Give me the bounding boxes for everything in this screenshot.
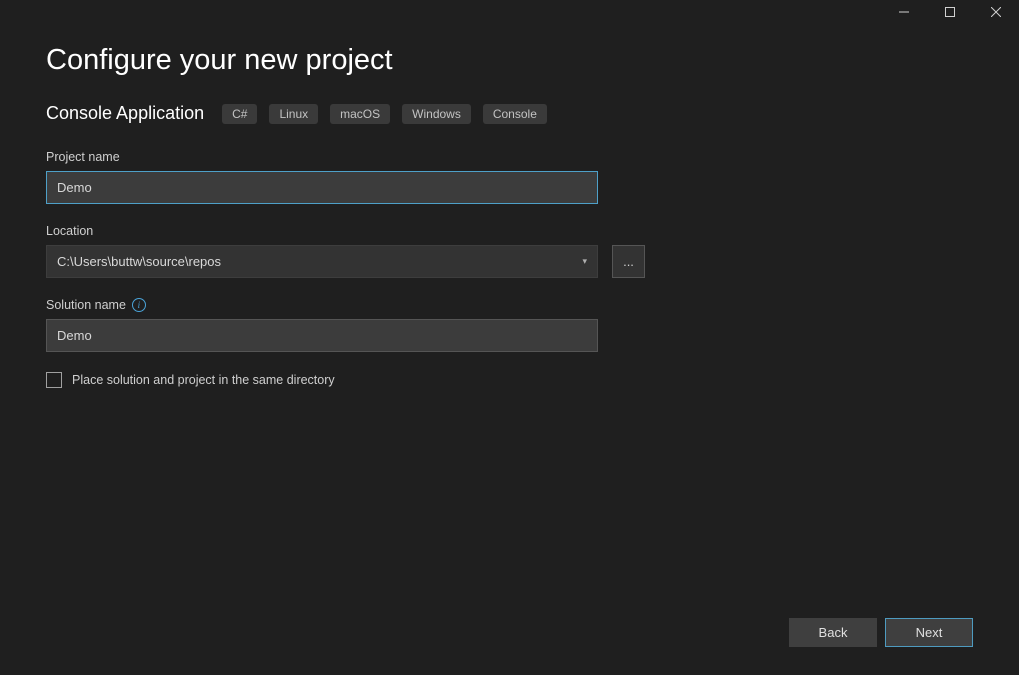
template-name: Console Application <box>46 103 204 124</box>
chevron-down-icon: ▾ <box>582 256 587 267</box>
info-icon[interactable]: i <box>132 298 146 312</box>
template-tag: Console <box>483 104 547 124</box>
project-name-input[interactable] <box>46 171 598 204</box>
template-tag: Windows <box>402 104 471 124</box>
template-tag: macOS <box>330 104 390 124</box>
template-info-row: Console Application C# Linux macOS Windo… <box>46 103 973 124</box>
page-title: Configure your new project <box>46 44 973 77</box>
project-name-label: Project name <box>46 150 973 164</box>
location-value: C:\Users\buttw\source\repos <box>57 254 221 269</box>
solution-name-label: Solution name i <box>46 298 973 312</box>
solution-name-input[interactable] <box>46 319 598 352</box>
minimize-button[interactable] <box>881 0 927 24</box>
template-tag: C# <box>222 104 257 124</box>
next-button[interactable]: Next <box>885 618 973 647</box>
back-button[interactable]: Back <box>789 618 877 647</box>
browse-button[interactable]: ... <box>612 245 645 278</box>
location-label: Location <box>46 224 973 238</box>
template-tag: Linux <box>269 104 318 124</box>
maximize-button[interactable] <box>927 0 973 24</box>
same-directory-label: Place solution and project in the same d… <box>72 373 335 387</box>
location-combo[interactable]: C:\Users\buttw\source\repos ▾ <box>46 245 598 278</box>
same-directory-checkbox[interactable] <box>46 372 62 388</box>
close-button[interactable] <box>973 0 1019 24</box>
